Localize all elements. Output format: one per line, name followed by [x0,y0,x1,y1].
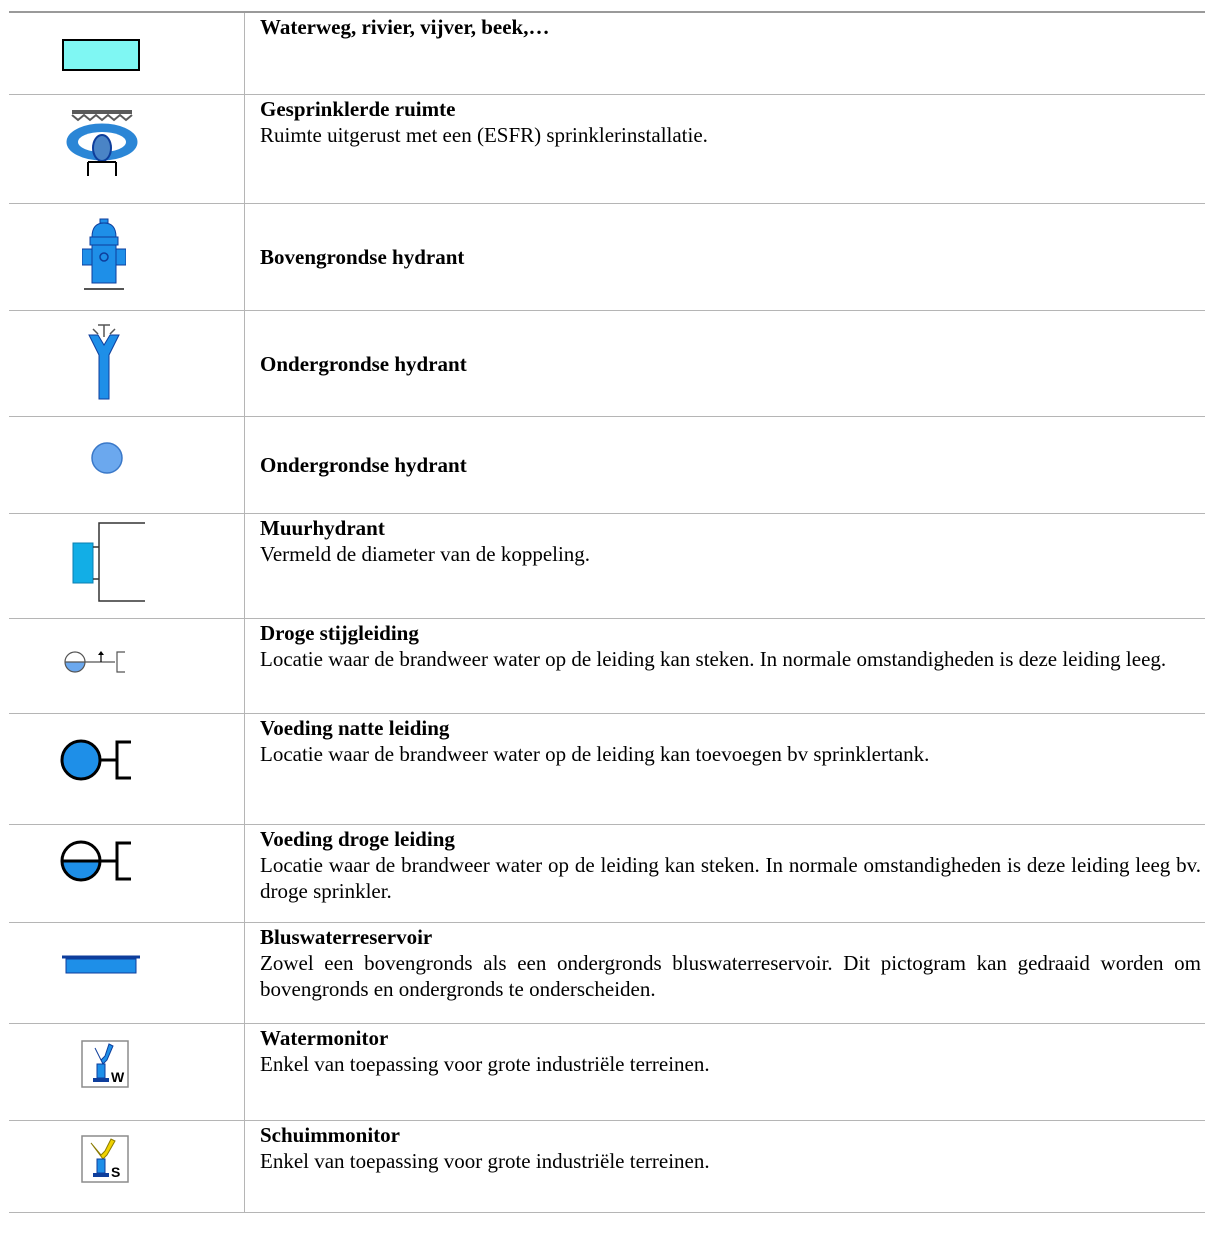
underground-hydrant-icon [87,323,121,401]
legend-row: Waterweg, rivier, vijver, beek,… [9,11,1205,95]
legend-row: W Watermonitor Enkel van toepassing voor… [9,1022,1205,1121]
legend-row: Ondergrondse hydrant [9,309,1205,417]
row-title: Gesprinklerde ruimte [260,96,456,121]
row-title: Voeding droge leiding [260,826,455,851]
legend-row: Bluswaterreservoir Zowel een bovengronds… [9,921,1205,1024]
row-title: Bluswaterreservoir [260,924,433,949]
row-description: Enkel van toepassing voor grote industri… [260,1051,710,1076]
row-title: Ondergrondse hydrant [260,351,467,376]
row-title: Voeding natte leiding [260,715,450,740]
legend-table: Waterweg, rivier, vijver, beek,… Gesprin… [9,11,1205,1213]
water-monitor-icon: W [81,1039,129,1088]
monitor-badge-letter: S [111,1164,120,1180]
legend-row: Ondergrondse hydrant [9,415,1205,514]
wet-supply-icon [59,736,149,784]
row-title: Droge stijgleiding [260,620,419,645]
waterway-icon [62,39,140,71]
row-description: Zowel een bovengronds als een ondergrond… [260,950,1201,1001]
row-description: Enkel van toepassing voor grote industri… [260,1148,710,1173]
legend-row: S Schuimmonitor Enkel van toepassing voo… [9,1119,1205,1213]
monitor-badge-letter: W [111,1069,125,1085]
row-title: Bovengrondse hydrant [260,245,465,269]
row-description: Locatie waar de brandweer water op de le… [260,646,1167,671]
row-title: Muurhydrant [260,515,385,540]
sprinkler-icon [64,108,140,188]
dry-supply-icon [59,837,149,885]
legend-row: Bovengrondse hydrant [9,202,1205,311]
row-description: Locatie waar de brandweer water op de le… [260,741,930,766]
wall-hydrant-icon [71,521,147,603]
row-title: Schuimmonitor [260,1122,401,1147]
dry-riser-icon [63,650,149,674]
legend-row: Muurhydrant Vermeld de diameter van de k… [9,512,1205,619]
foam-monitor-icon: S [81,1134,129,1183]
legend-row: Voeding natte leiding Locatie waar de br… [9,712,1205,825]
legend-row: Gesprinklerde ruimte Ruimte uitgerust me… [9,93,1205,204]
legend-row: Voeding droge leiding Locatie waar de br… [9,823,1205,923]
legend-row: Droge stijgleiding Locatie waar de brand… [9,617,1205,714]
row-description: Ruimte uitgerust met een (ESFR) sprinkle… [260,122,708,147]
aboveground-hydrant-icon [82,217,126,293]
underground-hydrant-circle-icon [90,441,124,475]
row-description: Locatie waar de brandweer water op de le… [260,852,1201,903]
row-title: Ondergrondse hydrant [260,453,467,477]
row-title: Waterweg, rivier, vijver, beek,… [260,15,550,39]
row-title: Watermonitor [260,1025,389,1050]
reservoir-icon [62,954,140,974]
row-description: Vermeld de diameter van de koppeling. [260,541,591,566]
